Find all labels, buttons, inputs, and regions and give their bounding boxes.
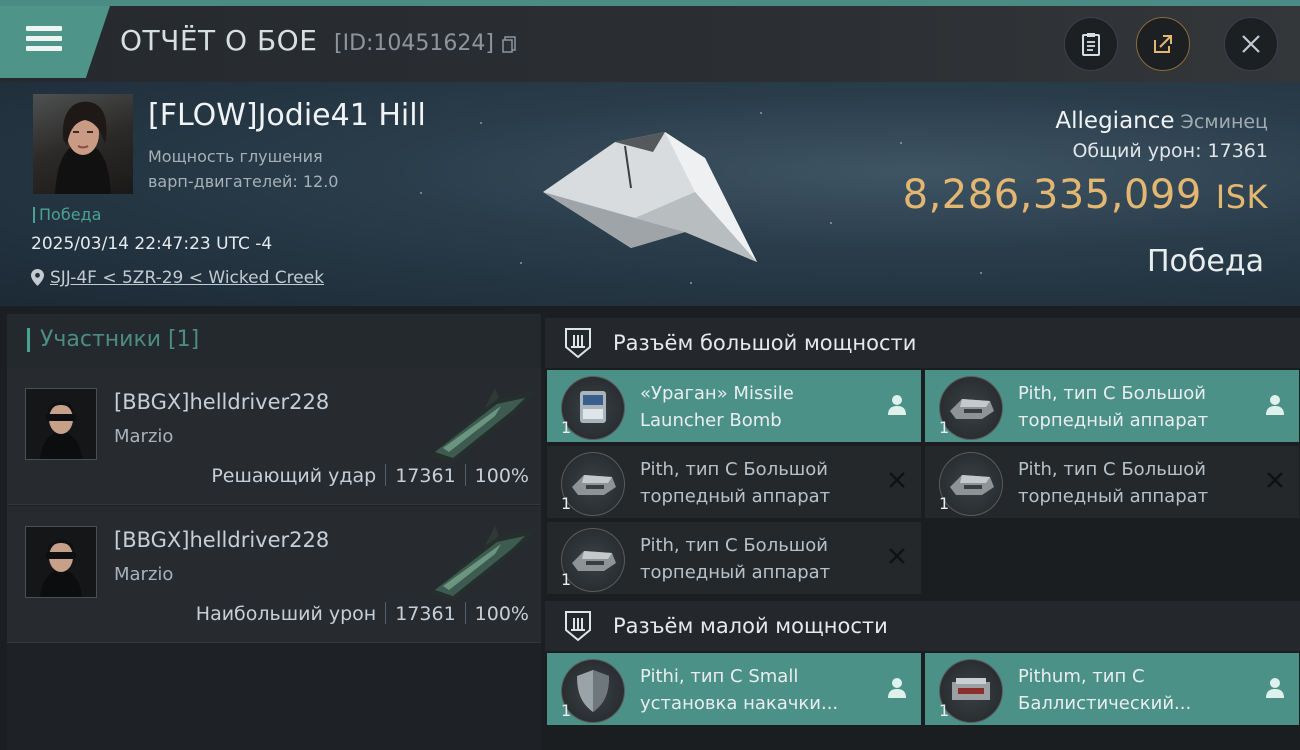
participants-panel: Участники [1] [BBGX]helldriver228 Marzio… bbox=[7, 314, 541, 750]
isk-currency: ISK bbox=[1215, 178, 1268, 216]
module-qty: 1 bbox=[561, 418, 572, 437]
participant-avatar[interactable] bbox=[25, 526, 97, 598]
location-pin-icon bbox=[31, 269, 44, 286]
victim-info: Мощность глушения варп-двигателей: 12.0 bbox=[148, 144, 338, 194]
high-slot-header: Разъём большой мощности bbox=[545, 318, 1300, 368]
share-icon bbox=[1154, 35, 1172, 53]
menu-icon bbox=[26, 26, 62, 31]
participant-name[interactable]: [BBGX]helldriver228 bbox=[114, 390, 329, 414]
total-damage-label: Общий урон: bbox=[1072, 140, 1202, 162]
destroyed-x-icon bbox=[889, 472, 905, 488]
ship-class: Эсминец bbox=[1180, 111, 1268, 133]
participant-damage: 17361 bbox=[395, 603, 456, 625]
share-button[interactable] bbox=[1136, 17, 1190, 71]
module-item[interactable]: 1 «Ураган» Missile Launcher Bomb bbox=[547, 370, 921, 442]
victim-summary: [FLOW]Jodie41 Hill Мощность глушения вар… bbox=[0, 82, 1300, 306]
header-accent-line bbox=[0, 0, 1300, 6]
module-qty: 1 bbox=[939, 701, 950, 720]
dropped-person-icon bbox=[888, 678, 906, 698]
module-name: Pithi, тип C Small установка накачки... bbox=[640, 666, 839, 714]
location-link[interactable]: SJJ-4F < 5ZR-29 < Wicked Creek bbox=[31, 268, 324, 288]
kill-datetime: 2025/03/14 22:47:23 UTC -4 bbox=[31, 234, 273, 254]
participant-ship-image[interactable] bbox=[425, 524, 545, 604]
module-name: Pith, тип C Большой торпедный аппарат bbox=[640, 459, 831, 507]
module-item[interactable]: 1 Pith, тип C Большой торпедный аппарат bbox=[547, 446, 921, 518]
menu-icon-bar bbox=[26, 36, 62, 41]
module-name: Pith, тип C Большой торпедный аппарат bbox=[1018, 459, 1209, 507]
location-text: SJJ-4F < 5ZR-29 < Wicked Creek bbox=[50, 268, 325, 288]
battle-result: Победа bbox=[1147, 244, 1264, 279]
destroyed-x-icon bbox=[889, 548, 905, 564]
high-slot-icon bbox=[565, 328, 591, 359]
isk-amount: 8,286,335,099 bbox=[902, 172, 1202, 218]
module-item[interactable]: 1 Pithi, тип C Small установка накачки..… bbox=[547, 653, 921, 725]
victim-ship-name[interactable]: Allegiance Эсминец bbox=[1055, 108, 1268, 134]
module-qty: 1 bbox=[561, 570, 572, 589]
participant-ship-image[interactable] bbox=[425, 386, 545, 466]
participants-header: Участники [1] bbox=[7, 314, 541, 368]
participant-damage: 17361 bbox=[395, 465, 456, 487]
module-item[interactable]: 1 Pith, тип C Большой торпедный аппарат bbox=[547, 522, 921, 594]
copy-icon[interactable] bbox=[502, 36, 516, 53]
page-title: ОТЧЁТ О БОЕ bbox=[120, 24, 318, 57]
ship-name-text: Allegiance bbox=[1055, 108, 1175, 134]
participant-role: Решающий удар bbox=[211, 465, 377, 487]
isk-value: 8,286,335,099 ISK bbox=[903, 172, 1268, 218]
module-qty: 1 bbox=[939, 418, 950, 437]
dropped-person-icon bbox=[1266, 395, 1284, 415]
close-button[interactable] bbox=[1224, 17, 1278, 71]
module-item[interactable]: 1 Pith, тип C Большой торпедный аппарат bbox=[925, 370, 1299, 442]
clipboard-button[interactable] bbox=[1064, 17, 1118, 71]
module-qty: 1 bbox=[561, 494, 572, 513]
module-item[interactable]: 1 Pithum, тип C Баллистический... bbox=[925, 653, 1299, 725]
module-name: Pithum, тип C Баллистический... bbox=[1018, 666, 1192, 714]
destroyed-x-icon bbox=[1267, 472, 1283, 488]
module-name: Pith, тип C Большой торпедный аппарат bbox=[1018, 383, 1209, 431]
participant-role: Наибольший урон bbox=[195, 603, 377, 625]
module-name: «Ураган» Missile Launcher Bomb bbox=[640, 383, 794, 431]
low-slot-icon bbox=[565, 611, 591, 642]
dropped-person-icon bbox=[888, 395, 906, 415]
high-slot-title: Разъём большой мощности bbox=[613, 331, 917, 355]
clipboard-icon bbox=[1082, 33, 1100, 56]
menu-icon-bar bbox=[26, 46, 62, 51]
fitting-panel: Разъём большой мощности 1 «Ураган» Missi… bbox=[545, 314, 1300, 750]
participant-stats: Решающий удар 17361 100% bbox=[211, 464, 529, 487]
header-bar: ОТЧЁТ О БОЕ [ID:10451624] bbox=[0, 0, 1300, 82]
total-damage: Общий урон: 17361 bbox=[1072, 140, 1268, 162]
victim-name[interactable]: [FLOW]Jodie41 Hill bbox=[148, 98, 426, 133]
victim-info-line: варп-двигателей: 12.0 bbox=[148, 172, 339, 191]
participant-stats: Наибольший урон 17361 100% bbox=[196, 602, 529, 625]
module-qty: 1 bbox=[939, 494, 950, 513]
total-damage-value: 17361 bbox=[1207, 140, 1268, 162]
participant-corp: Marzio bbox=[114, 564, 174, 585]
participant-row[interactable]: [BBGX]helldriver228 Marzio Решающий удар… bbox=[7, 368, 541, 505]
dropped-person-icon bbox=[1266, 678, 1284, 698]
low-slot-title: Разъём малой мощности bbox=[613, 614, 888, 638]
victim-ship-image[interactable] bbox=[535, 122, 765, 272]
report-id: [ID:10451624] bbox=[334, 31, 494, 56]
menu-button[interactable] bbox=[0, 6, 110, 78]
module-item[interactable]: 1 Pith, тип C Большой торпедный аппарат bbox=[925, 446, 1299, 518]
module-qty: 1 bbox=[561, 701, 572, 720]
low-slot-header: Разъём малой мощности bbox=[545, 601, 1300, 651]
module-name: Pith, тип C Большой торпедный аппарат bbox=[640, 535, 831, 583]
participant-percent: 100% bbox=[474, 465, 529, 487]
victim-portrait[interactable] bbox=[33, 94, 133, 194]
participant-row[interactable]: [BBGX]helldriver228 Marzio Наибольший ур… bbox=[7, 506, 541, 643]
close-icon bbox=[1242, 35, 1260, 53]
status-badge: Победа bbox=[33, 207, 101, 223]
participant-percent: 100% bbox=[474, 603, 529, 625]
participant-avatar[interactable] bbox=[25, 388, 97, 460]
participant-corp: Marzio bbox=[114, 426, 174, 447]
tab-participants[interactable]: Участники [1] bbox=[27, 328, 199, 352]
victim-info-line: Мощность глушения bbox=[148, 147, 323, 166]
participant-name[interactable]: [BBGX]helldriver228 bbox=[114, 528, 329, 552]
